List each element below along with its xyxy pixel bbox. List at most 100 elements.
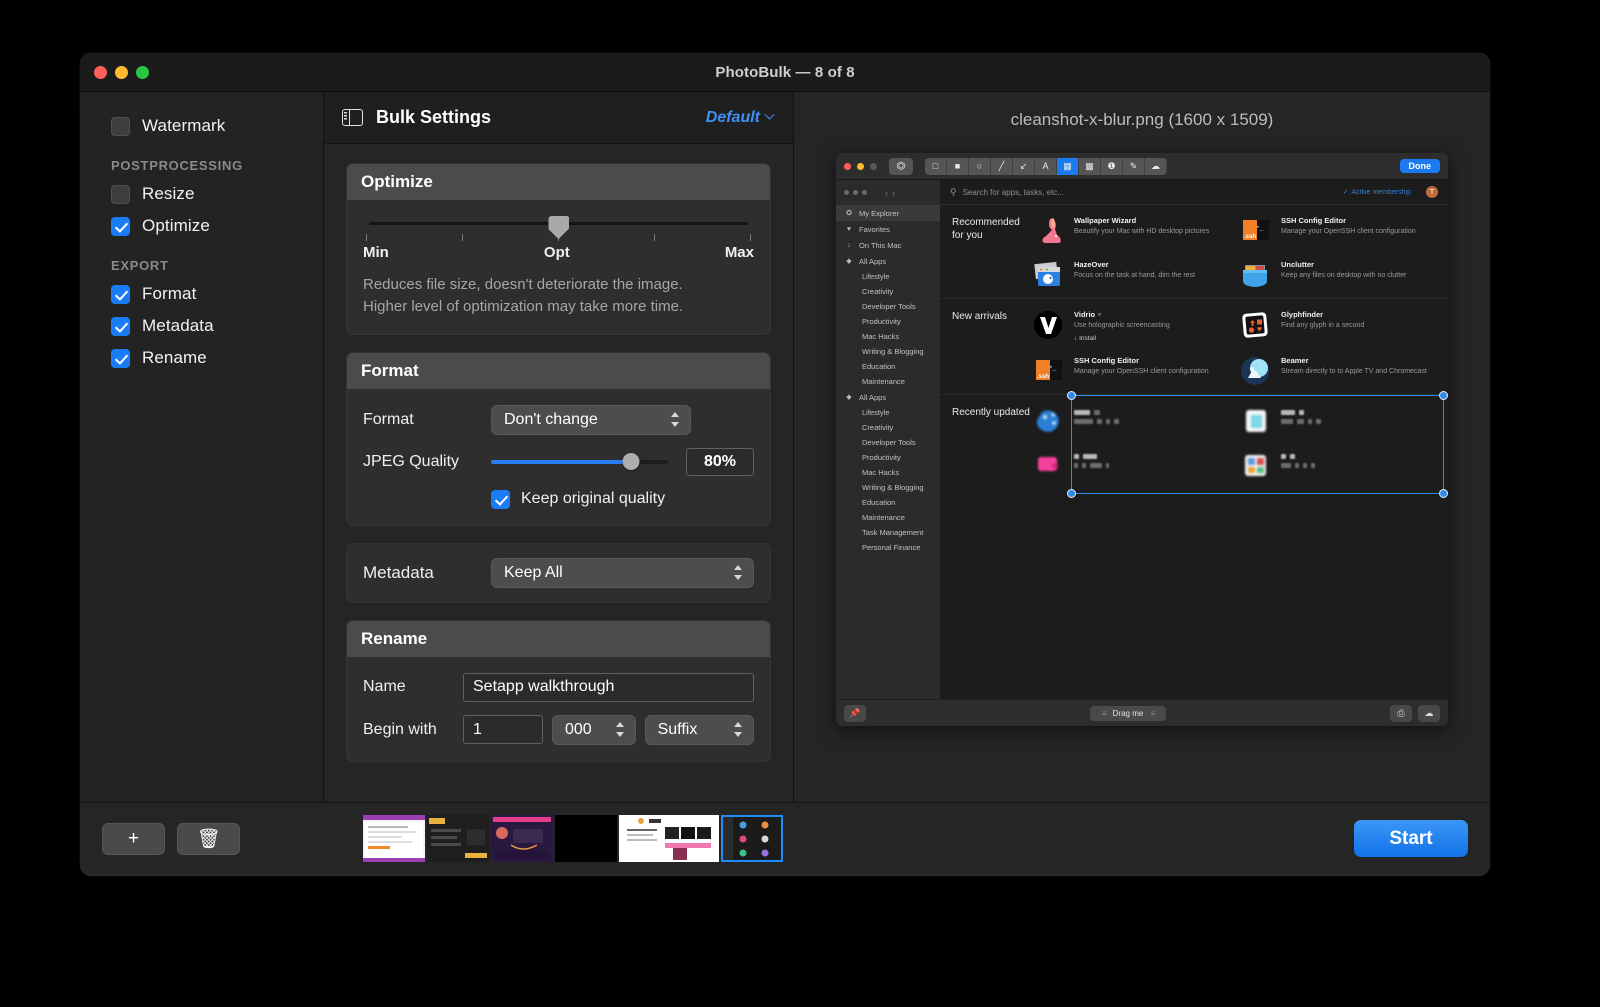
setapp-sidebar-item-all-apps[interactable]: ◆ All Apps [836,253,940,269]
watermark-checkbox[interactable] [111,116,130,136]
rename-name-input[interactable]: Setapp walkthrough [463,672,754,702]
pin-icon[interactable]: 📌 [844,704,866,722]
jpeg-quality-knob[interactable] [622,453,640,470]
thumbnail-item[interactable] [619,815,719,862]
sidebar-item-metadata[interactable]: Metadata [80,310,323,342]
setapp-nav-arrows[interactable]: ‹› [885,188,899,198]
cleanshot-done-button[interactable]: Done [1399,159,1440,173]
setapp-sidebar-item-lifestyle[interactable]: Lifestyle [836,269,940,284]
setapp-sidebar-item-maintenance[interactable]: Maintenance [836,374,940,389]
preset-dropdown[interactable]: Default [706,109,775,127]
setapp-sidebar-item-education[interactable]: Education [836,359,940,374]
blur-icon[interactable]: ☁ [1145,157,1167,175]
sidebar-item-watermark[interactable]: Watermark [80,110,323,142]
cs-close-button[interactable] [844,162,851,170]
line-icon[interactable]: ╱ [991,157,1013,175]
install-button[interactable]: ↓ Install [1074,335,1170,342]
rect-filled-icon[interactable]: ■ [947,157,969,175]
optimize-checkbox[interactable] [111,216,130,236]
setapp-sidebar-item-my-explorer[interactable]: ✪ My Explorer [836,205,940,221]
keep-original-quality-row[interactable]: Keep original quality [363,489,754,509]
rename-padding-select[interactable]: 000 [552,714,636,745]
setapp-sidebar-item-personal-finance[interactable]: Personal Finance [836,540,940,555]
rect-outline-icon[interactable]: □ [925,157,947,175]
highlight-icon[interactable]: ▩ [1079,157,1101,175]
add-files-button[interactable]: + [102,822,165,855]
setapp-sidebar-item-task-management[interactable]: Task Management [836,525,940,540]
thumbnail-item[interactable] [491,815,553,862]
format-select[interactable]: Don't change [491,404,691,435]
thumbnail-item[interactable] [555,815,617,862]
setapp-search-placeholder: Search for apps, tasks, etc... [962,187,1064,197]
setapp-close-button[interactable] [844,190,849,195]
metadata-checkbox[interactable] [111,316,130,336]
setapp-sidebar-item-creativity-2[interactable]: Creativity [836,420,940,435]
setapp-sidebar-item-on-this-mac[interactable]: ↓ On This Mac [836,237,940,253]
app-card[interactable]: Wallpaper Wizard Beautify your Mac with … [1032,216,1229,246]
cs-minimize-button[interactable] [857,162,864,170]
selection-handle-bottom-right[interactable] [1439,488,1448,498]
rename-begin-input[interactable]: 1 [463,715,543,744]
arrow-icon[interactable]: ↙ [1013,157,1035,175]
sidebar-item-resize[interactable]: Resize [80,178,323,210]
ellipse-icon[interactable]: ○ [969,157,991,175]
setapp-sidebar-item-writing-blogging-2[interactable]: Writing & Blogging [836,480,940,495]
start-button[interactable]: Start [1354,820,1468,857]
upload-cloud-icon[interactable]: ☁ [1418,704,1440,722]
sidebar-item-rename[interactable]: Rename [80,342,323,374]
selection-handle-top-left[interactable] [1067,390,1076,400]
cs-zoom-button[interactable] [870,162,877,170]
thumbnail-item[interactable] [363,815,425,862]
pixelate-icon[interactable]: ▦ [1057,157,1079,175]
selection-handle-top-right[interactable] [1439,390,1448,400]
app-name-text: Vidrio [1074,310,1096,319]
drag-me-handle[interactable]: ≡ Drag me ≡ [1089,705,1167,721]
setapp-sidebar-item-education-2[interactable]: Education [836,495,940,510]
app-info: SSH Config Editor Manage your OpenSSH cl… [1074,356,1209,377]
app-card[interactable]: >_ .ssh SSH Config Editor Manage your Ope… [1239,216,1436,246]
setapp-sidebar-item-mac-hacks-2[interactable]: Mac Hacks [836,465,940,480]
pixelate-selection-box[interactable] [1067,390,1448,498]
setapp-minimize-button[interactable] [853,190,858,195]
setapp-sidebar-item-productivity[interactable]: Productivity [836,314,940,329]
avatar[interactable]: T [1426,186,1438,198]
sidebar-item-optimize[interactable]: Optimize [80,210,323,242]
app-card[interactable]: Glyphfinder Find any glyph in a second [1239,310,1436,342]
app-card[interactable]: Beamer Stream directly to to Apple TV an… [1239,356,1436,386]
setapp-sidebar-item-developer-tools-2[interactable]: Developer Tools [836,435,940,450]
setapp-search-bar[interactable]: ⚲ Search for apps, tasks, etc... ✓ Activ… [940,180,1448,205]
delete-files-button[interactable]: 🗑 [177,822,240,855]
pen-icon[interactable]: ✎ [1123,157,1145,175]
setapp-zoom-button[interactable] [862,190,867,195]
sidebar-item-format[interactable]: Format [80,278,323,310]
keep-original-quality-checkbox[interactable] [491,489,510,509]
setapp-sidebar-item-favorites[interactable]: ♥ Favorites [836,221,940,237]
rename-position-select[interactable]: Suffix [644,714,754,745]
app-card[interactable]: HazeOver Focus on the task at hand, dim … [1032,260,1229,290]
setapp-sidebar-item-lifestyle-2[interactable]: Lifestyle [836,405,940,420]
jpeg-quality-value[interactable]: 80% [686,447,754,476]
selection-handle-bottom-left[interactable] [1067,488,1076,498]
format-checkbox[interactable] [111,284,130,304]
setapp-sidebar-item-mac-hacks[interactable]: Mac Hacks [836,329,940,344]
copy-icon[interactable]: ⎙ [1390,704,1412,722]
setapp-sidebar-item-all-apps-2[interactable]: ◆ All Apps [836,389,940,405]
app-card[interactable]: >_ .ssh SSH Config Editor Manage your Ope… [1032,356,1229,386]
thumbnail-item[interactable] [427,815,489,862]
app-card[interactable]: Unclutter Keep any files on desktop with… [1239,260,1436,290]
setapp-sidebar-item-maintenance-2[interactable]: Maintenance [836,510,940,525]
rename-checkbox[interactable] [111,348,130,368]
setapp-sidebar-item-productivity-2[interactable]: Productivity [836,450,940,465]
setapp-sidebar-item-writing-blogging[interactable]: Writing & Blogging [836,344,940,359]
thumbnail-item-selected[interactable] [721,815,783,862]
setapp-sidebar-item-developer-tools[interactable]: Developer Tools [836,299,940,314]
setapp-sidebar-item-creativity[interactable]: Creativity [836,284,940,299]
optimize-slider[interactable] [363,216,754,239]
jpeg-quality-slider[interactable] [491,452,668,472]
app-card[interactable]: Vidrio ♥ Use holographic screencasting ↓… [1032,310,1229,342]
text-icon[interactable]: A [1035,157,1057,175]
counter-icon[interactable]: ❶ [1101,157,1123,175]
crop-icon[interactable]: ⏣ [889,157,913,175]
metadata-select[interactable]: Keep All [491,557,754,588]
resize-checkbox[interactable] [111,184,130,204]
